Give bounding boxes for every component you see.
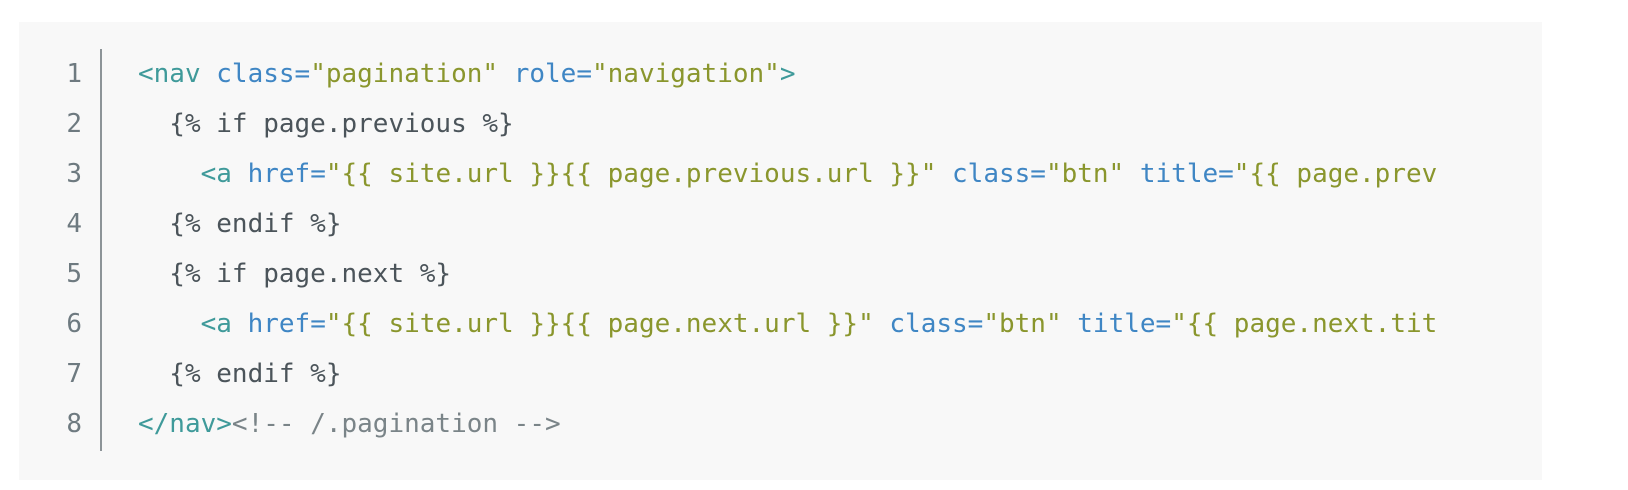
code-token-attr: title=	[1077, 309, 1172, 339]
code-line: <a href="{{ site.url }}{{ page.previous.…	[138, 149, 1542, 199]
code-token-attr: class=	[216, 59, 311, 89]
code-token-str: "pagination"	[310, 59, 499, 89]
code-token-str: "{{ site.url }}{{ page.previous.url }}"	[325, 159, 937, 189]
code-token-tag: <a	[200, 159, 248, 189]
code-line: </nav><!-- /.pagination -->	[138, 399, 1542, 449]
line-number: 7	[66, 359, 82, 389]
line-number: 4	[66, 209, 82, 239]
code-token-str: "{{ site.url }}{{ page.next.url }}"	[325, 309, 874, 339]
line-number: 2	[66, 109, 82, 139]
code-token-attr: class=	[889, 309, 984, 339]
code-token-text: {% endif %}	[138, 359, 342, 389]
line-number-gutter: 1 2 3 4 5 6 7 8	[19, 49, 102, 449]
code-token-attr: title=	[1139, 159, 1234, 189]
code-token-text: {% if page.previous %}	[138, 109, 514, 139]
code-line: {% endif %}	[138, 199, 1542, 249]
line-number: 3	[66, 159, 82, 189]
code-token-str: "{{ page.prev	[1233, 159, 1438, 189]
code-token-attr: class=	[952, 159, 1046, 189]
code-token-attr: href=	[247, 309, 326, 339]
code-block: 1 2 3 4 5 6 7 8 <nav class="pagination" …	[19, 22, 1542, 480]
code-token-attr: role=	[513, 59, 592, 89]
line-number: 6	[66, 309, 82, 339]
code-line: <a href="{{ site.url }}{{ page.next.url …	[138, 299, 1542, 349]
code-token-str: "btn"	[983, 309, 1062, 339]
line-number: 8	[66, 409, 82, 439]
code-token-tag: <nav	[138, 59, 217, 89]
line-number: 5	[66, 259, 82, 289]
code-token-attr: href=	[247, 159, 326, 189]
code-token-str: "{{ page.next.tit	[1171, 309, 1438, 339]
line-number: 1	[66, 59, 82, 89]
code-token-tag: <a	[200, 309, 248, 339]
gutter-divider	[100, 49, 102, 451]
code-token-str: "btn"	[1045, 159, 1125, 189]
code-content[interactable]: <nav class="pagination" role="navigation…	[138, 49, 1542, 449]
code-token-cmt: <!-- /.pagination -->	[231, 409, 561, 439]
code-token-str: "navigation"	[591, 59, 780, 89]
code-line: {% if page.next %}	[138, 249, 1542, 299]
code-line: {% if page.previous %}	[138, 99, 1542, 149]
code-token-text: {% if page.next %}	[138, 259, 452, 289]
code-token-text: {% endif %}	[138, 209, 342, 239]
code-token-tag: </nav>	[138, 409, 232, 439]
code-token-tag: >	[779, 59, 796, 89]
code-line: <nav class="pagination" role="navigation…	[138, 49, 1542, 99]
code-line: {% endif %}	[138, 349, 1542, 399]
